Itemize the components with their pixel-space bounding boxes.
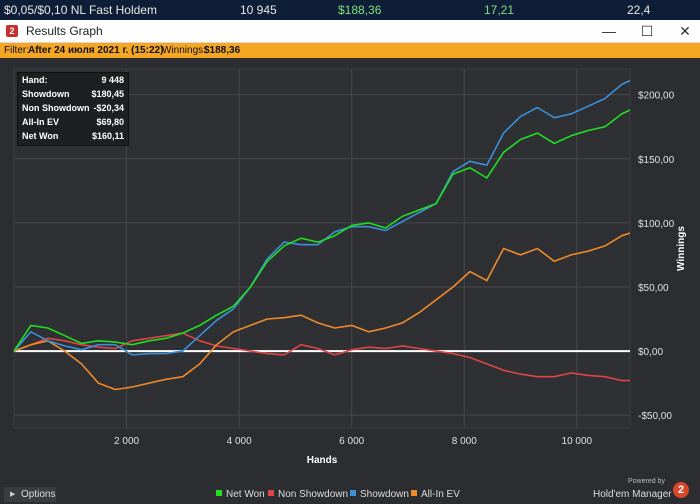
y-tick-label: $50,00 xyxy=(638,283,669,294)
info-allin-value: $69,80 xyxy=(96,117,124,127)
legend-non-showdown[interactable]: Non Showdown xyxy=(268,487,348,502)
legend-swatch-net-won xyxy=(216,490,222,497)
info-netwon-row: Net Won $160,11 xyxy=(22,131,124,144)
info-allin-row: All-In EV $69,80 xyxy=(22,117,124,130)
options-button[interactable]: ▶ Options xyxy=(4,487,56,502)
y-tick-label: $0,00 xyxy=(638,347,663,358)
filter-value: After 24 июля 2021 г. (15:22) xyxy=(28,45,164,56)
y-tick-label: $100,00 xyxy=(638,219,675,230)
bb100-value: 17,21 xyxy=(484,3,515,17)
filter-winnings-value: $188,36 xyxy=(204,45,241,56)
close-button[interactable]: ✕ xyxy=(670,21,700,41)
info-nonshowdown-value: -$20,34 xyxy=(93,103,124,113)
info-hand-value: 9 448 xyxy=(101,75,124,85)
brand-name: Hold'em Manager xyxy=(593,489,672,500)
x-tick-label: 4 000 xyxy=(227,436,252,447)
legend-swatch-non-showdown xyxy=(268,490,274,497)
y-axis-label: Winnings xyxy=(676,226,687,271)
legend-net-won[interactable]: Net Won xyxy=(216,487,265,502)
info-showdown-label: Showdown xyxy=(22,89,70,99)
window-title: Results Graph xyxy=(26,24,103,38)
winnings-value: $188,36 xyxy=(338,3,382,17)
filter-label: Filter: xyxy=(4,45,29,56)
window-titlebar[interactable]: 2 Results Graph — ☐ ✕ xyxy=(0,20,700,43)
info-allin-label: All-In EV xyxy=(22,117,60,127)
x-tick-label: 6 000 xyxy=(339,436,364,447)
info-hand-row: Hand: 9 448 xyxy=(22,75,124,88)
legend-all-in-ev[interactable]: All-In EV xyxy=(411,487,460,502)
info-showdown-value: $180,45 xyxy=(91,89,124,99)
legend-label-all-in-ev: All-In EV xyxy=(421,489,460,500)
hand-info-box: Hand: 9 448 Showdown $180,45 Non Showdown -… xyxy=(17,72,129,146)
y-tick-label: -$50,00 xyxy=(638,411,672,422)
brand-logo-icon: 2 xyxy=(673,482,689,498)
info-hand-label: Hand: xyxy=(22,75,48,85)
x-tick-label: 10 000 xyxy=(562,436,593,447)
legend-swatch-showdown xyxy=(350,490,356,497)
hands-count: 10 945 xyxy=(240,3,277,17)
x-tick-label: 8 000 xyxy=(452,436,477,447)
info-netwon-value: $160,11 xyxy=(91,131,124,141)
legend-label-showdown: Showdown xyxy=(360,489,409,500)
legend-label-net-won: Net Won xyxy=(226,489,265,500)
info-nonshowdown-row: Non Showdown -$20,34 xyxy=(22,103,124,116)
legend-label-non-showdown: Non Showdown xyxy=(278,489,349,500)
x-axis-label: Hands xyxy=(307,455,338,466)
options-label: Options xyxy=(21,489,56,500)
info-nonshowdown-label: Non Showdown xyxy=(22,103,90,113)
game-name: $0,05/$0,10 NL Fast Holdem xyxy=(4,3,157,17)
last-column-value: 22,4 xyxy=(627,3,651,17)
info-showdown-row: Showdown $180,45 xyxy=(22,89,124,102)
y-tick-label: $150,00 xyxy=(638,155,675,166)
minimize-button[interactable]: — xyxy=(594,21,624,41)
y-tick-label: $200,00 xyxy=(638,91,675,102)
filter-bar[interactable]: Filter: After 24 июля 2021 г. (15:22) Wi… xyxy=(0,43,700,58)
powered-by-text: Powered by xyxy=(628,478,665,485)
filter-winnings-label: Winnings: xyxy=(162,45,206,56)
expand-arrow-icon: ▶ xyxy=(10,491,16,498)
app-logo-icon: 2 xyxy=(6,25,18,37)
legend-swatch-all-in-ev xyxy=(411,490,417,497)
maximize-button[interactable]: ☐ xyxy=(632,21,662,41)
legend-showdown[interactable]: Showdown xyxy=(350,487,409,502)
x-tick-label: 2 000 xyxy=(114,436,139,447)
stats-row[interactable]: $0,05/$0,10 NL Fast Holdem 10 945 $188,3… xyxy=(0,0,700,20)
info-netwon-label: Net Won xyxy=(22,131,59,141)
